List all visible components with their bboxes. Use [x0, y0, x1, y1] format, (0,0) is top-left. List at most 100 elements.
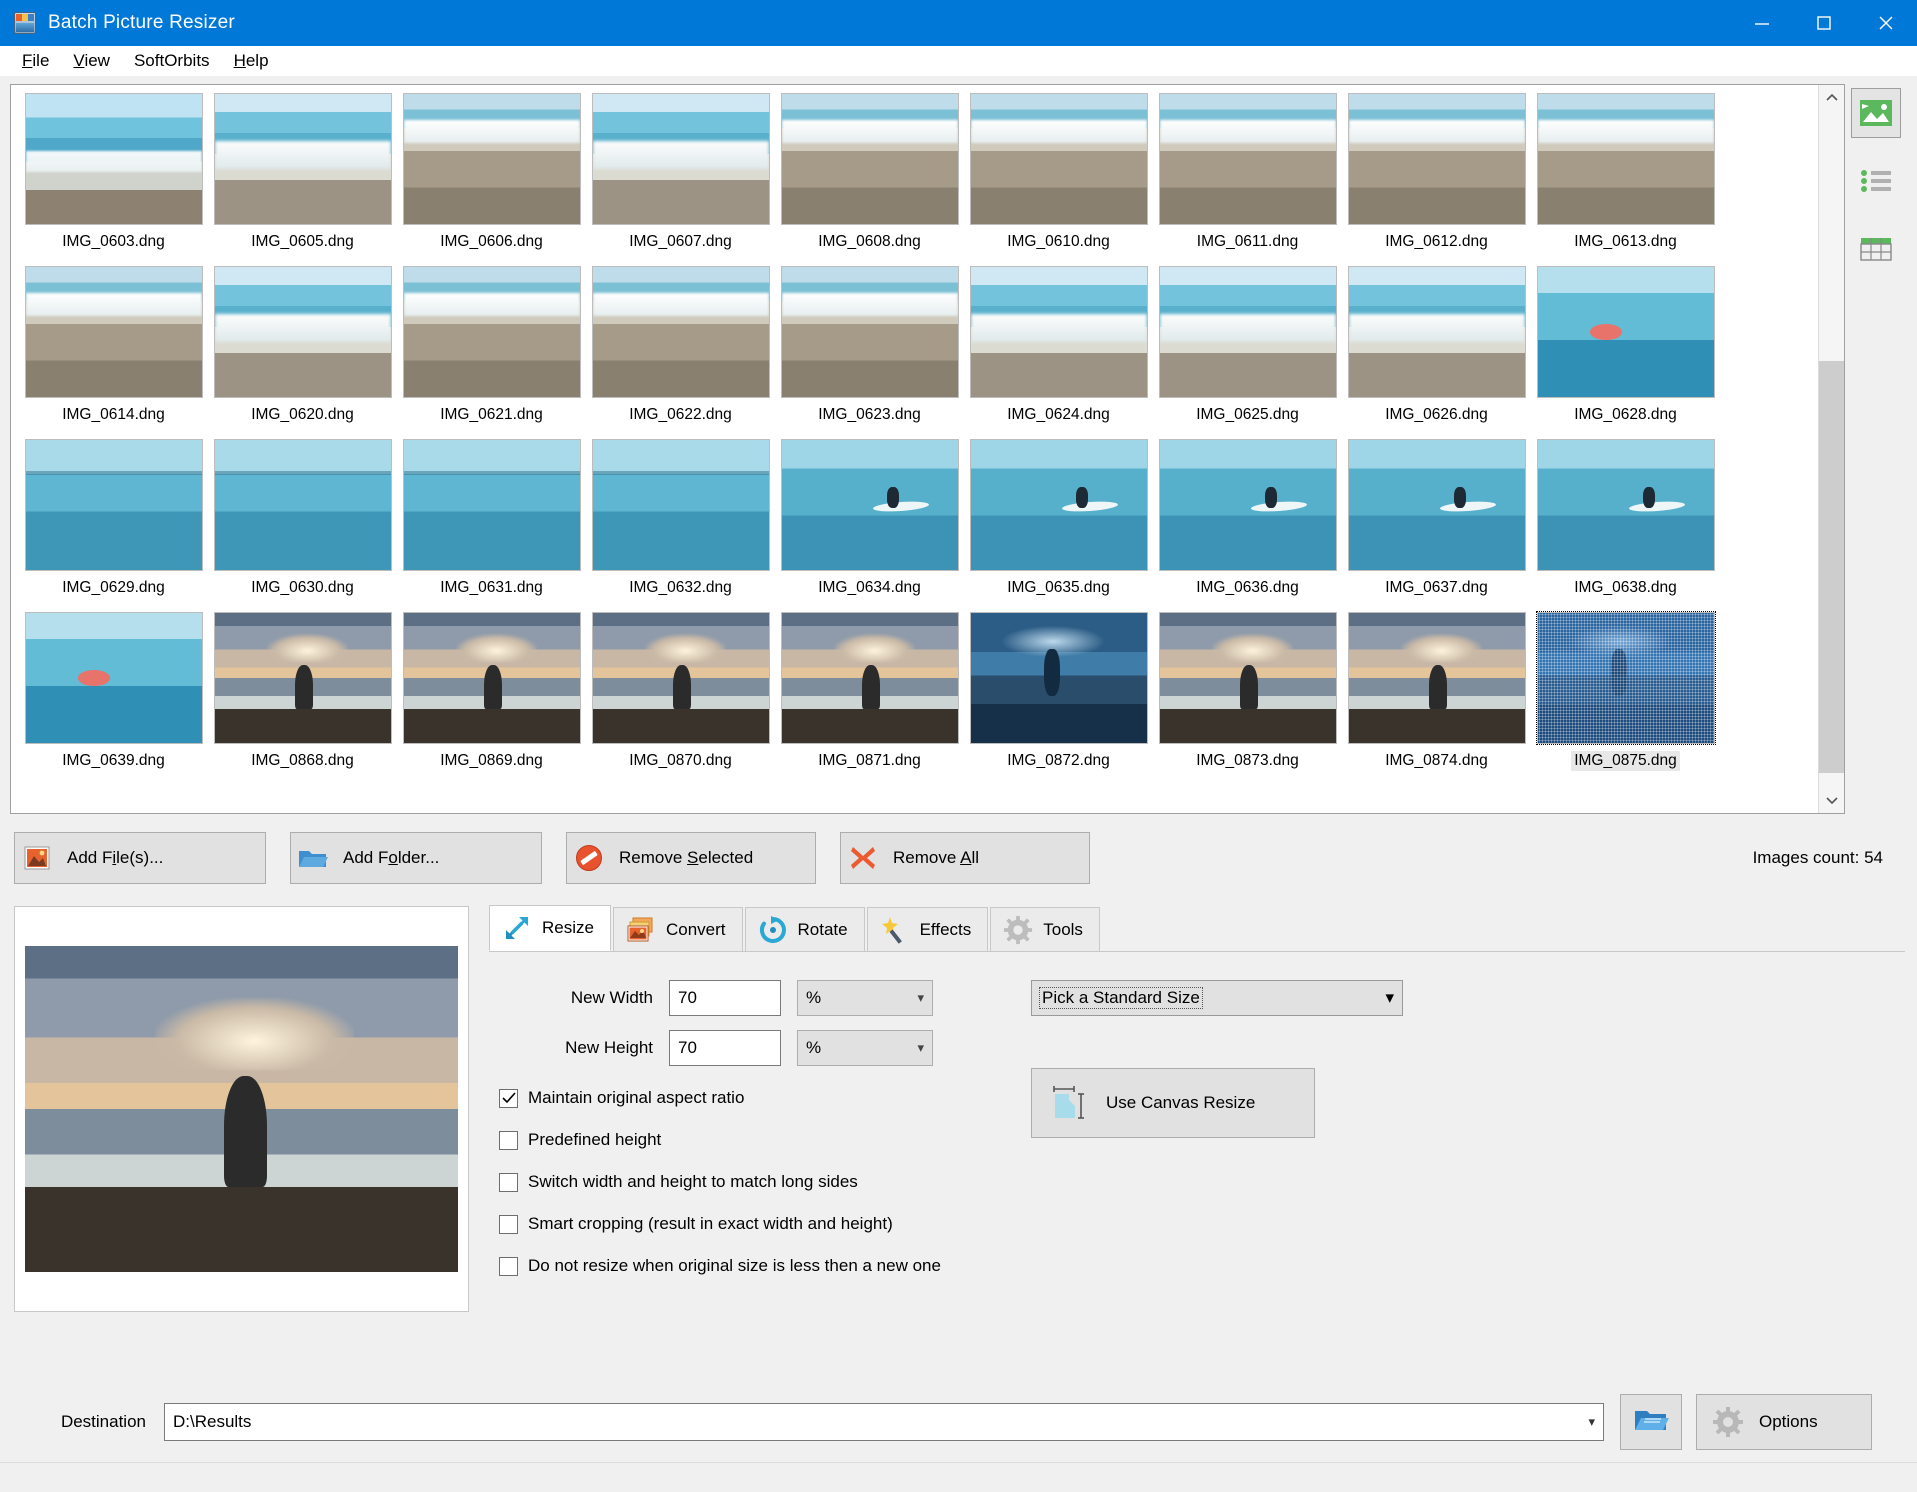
- resize-option-checkbox[interactable]: [499, 1257, 518, 1276]
- scroll-up-icon[interactable]: [1819, 85, 1844, 111]
- thumbnail-scrollbar[interactable]: [1818, 85, 1844, 813]
- thumbnail-item[interactable]: IMG_0632.dng: [586, 439, 775, 612]
- new-width-unit-select[interactable]: % ▾: [797, 980, 933, 1016]
- thumbnail-image[interactable]: [214, 93, 392, 225]
- thumbnail-item[interactable]: IMG_0872.dng: [964, 612, 1153, 785]
- standard-size-select[interactable]: Pick a Standard Size ▾: [1031, 980, 1403, 1016]
- thumbnail-item[interactable]: IMG_0620.dng: [208, 266, 397, 439]
- thumbnail-item[interactable]: IMG_0634.dng: [775, 439, 964, 612]
- menu-view[interactable]: View: [61, 49, 122, 73]
- menu-softorbits[interactable]: SoftOrbits: [122, 49, 222, 73]
- options-button[interactable]: Options: [1696, 1394, 1872, 1450]
- thumbnail-item[interactable]: IMG_0610.dng: [964, 93, 1153, 266]
- thumbnail-item[interactable]: IMG_0611.dng: [1153, 93, 1342, 266]
- thumbnail-item[interactable]: IMG_0874.dng: [1342, 612, 1531, 785]
- thumbnail-item[interactable]: IMG_0870.dng: [586, 612, 775, 785]
- menu-file[interactable]: File: [10, 49, 61, 73]
- thumbnail-item[interactable]: IMG_0631.dng: [397, 439, 586, 612]
- thumbnail-image[interactable]: [214, 266, 392, 398]
- thumbnail-item[interactable]: IMG_0638.dng: [1531, 439, 1720, 612]
- thumbnail-image[interactable]: [1537, 439, 1715, 571]
- new-width-input[interactable]: 70: [669, 980, 781, 1016]
- thumbnail-item[interactable]: IMG_0624.dng: [964, 266, 1153, 439]
- thumbnail-image[interactable]: [25, 93, 203, 225]
- thumbnail-item[interactable]: IMG_0635.dng: [964, 439, 1153, 612]
- thumbnail-item[interactable]: IMG_0630.dng: [208, 439, 397, 612]
- resize-option-checkbox[interactable]: [499, 1173, 518, 1192]
- thumbnail-image[interactable]: [1159, 266, 1337, 398]
- thumbnail-image[interactable]: [1348, 439, 1526, 571]
- thumbnail-image[interactable]: [1537, 612, 1715, 744]
- scroll-down-icon[interactable]: [1819, 787, 1844, 813]
- thumbnail-item[interactable]: IMG_0626.dng: [1342, 266, 1531, 439]
- thumbnail-image[interactable]: [1159, 93, 1337, 225]
- use-canvas-resize-button[interactable]: Use Canvas Resize: [1031, 1068, 1315, 1138]
- tab-tools[interactable]: Tools: [990, 907, 1100, 951]
- resize-option-checkbox[interactable]: [499, 1215, 518, 1234]
- thumbnail-image[interactable]: [592, 439, 770, 571]
- resize-option-row[interactable]: Smart cropping (result in exact width an…: [499, 1214, 959, 1234]
- thumbnail-item[interactable]: IMG_0623.dng: [775, 266, 964, 439]
- browse-folder-button[interactable]: [1620, 1394, 1682, 1450]
- thumbnail-item[interactable]: IMG_0621.dng: [397, 266, 586, 439]
- remove-all-button[interactable]: Remove All: [840, 832, 1090, 884]
- new-height-unit-select[interactable]: % ▾: [797, 1030, 933, 1066]
- scrollbar-track[interactable]: [1819, 111, 1844, 787]
- thumbnail-image[interactable]: [592, 93, 770, 225]
- resize-option-row[interactable]: Predefined height: [499, 1130, 959, 1150]
- thumbnail-image[interactable]: [25, 612, 203, 744]
- tab-resize[interactable]: Resize: [489, 905, 611, 951]
- add-files-button[interactable]: Add File(s)...: [14, 832, 266, 884]
- thumbnail-item[interactable]: IMG_0625.dng: [1153, 266, 1342, 439]
- thumbnail-item[interactable]: IMG_0871.dng: [775, 612, 964, 785]
- thumbnail-item[interactable]: IMG_0629.dng: [19, 439, 208, 612]
- remove-selected-button[interactable]: Remove Selected: [566, 832, 816, 884]
- destination-input[interactable]: D:\Results ▾: [164, 1403, 1604, 1441]
- thumbnail-image[interactable]: [1159, 439, 1337, 571]
- resize-option-checkbox[interactable]: [499, 1131, 518, 1150]
- thumbnail-item[interactable]: IMG_0873.dng: [1153, 612, 1342, 785]
- maximize-icon[interactable]: [1793, 0, 1855, 46]
- thumbnail-image[interactable]: [403, 93, 581, 225]
- close-icon[interactable]: [1855, 0, 1917, 46]
- thumbnail-item[interactable]: IMG_0606.dng: [397, 93, 586, 266]
- thumbnail-item[interactable]: IMG_0614.dng: [19, 266, 208, 439]
- resize-option-row[interactable]: Do not resize when original size is less…: [499, 1256, 959, 1276]
- thumbnail-image[interactable]: [1348, 93, 1526, 225]
- thumbnail-image[interactable]: [25, 439, 203, 571]
- thumbnail-item[interactable]: IMG_0639.dng: [19, 612, 208, 785]
- thumbnail-image[interactable]: [1348, 612, 1526, 744]
- thumbnail-item[interactable]: IMG_0622.dng: [586, 266, 775, 439]
- thumbnail-image[interactable]: [781, 93, 959, 225]
- thumbnail-item[interactable]: IMG_0612.dng: [1342, 93, 1531, 266]
- resize-option-row[interactable]: Switch width and height to match long si…: [499, 1172, 959, 1192]
- tab-convert[interactable]: Convert: [613, 907, 743, 951]
- thumbnail-image[interactable]: [592, 612, 770, 744]
- thumbnail-image[interactable]: [1537, 266, 1715, 398]
- thumbnail-image[interactable]: [592, 266, 770, 398]
- details-view-icon[interactable]: [1851, 224, 1901, 274]
- thumbnail-item[interactable]: IMG_0869.dng: [397, 612, 586, 785]
- thumbnail-image[interactable]: [970, 266, 1148, 398]
- thumbnail-list-panel[interactable]: IMG_0603.dngIMG_0605.dngIMG_0606.dngIMG_…: [10, 84, 1845, 814]
- minimize-icon[interactable]: [1731, 0, 1793, 46]
- thumbnail-item[interactable]: IMG_0605.dng: [208, 93, 397, 266]
- thumbnail-image[interactable]: [403, 439, 581, 571]
- thumbnail-view-icon[interactable]: [1851, 88, 1901, 138]
- thumbnail-image[interactable]: [403, 266, 581, 398]
- thumbnail-image[interactable]: [214, 439, 392, 571]
- thumbnail-item[interactable]: IMG_0628.dng: [1531, 266, 1720, 439]
- thumbnail-image[interactable]: [1348, 266, 1526, 398]
- scrollbar-thumb[interactable]: [1819, 361, 1844, 773]
- thumbnail-image[interactable]: [970, 612, 1148, 744]
- thumbnail-image[interactable]: [781, 266, 959, 398]
- thumbnail-image[interactable]: [1537, 93, 1715, 225]
- thumbnail-item[interactable]: IMG_0875.dng: [1531, 612, 1720, 785]
- thumbnail-image[interactable]: [403, 612, 581, 744]
- thumbnail-image[interactable]: [970, 439, 1148, 571]
- thumbnail-item[interactable]: IMG_0613.dng: [1531, 93, 1720, 266]
- resize-option-checkbox[interactable]: [499, 1089, 518, 1108]
- thumbnail-image[interactable]: [970, 93, 1148, 225]
- new-height-input[interactable]: 70: [669, 1030, 781, 1066]
- thumbnail-item[interactable]: IMG_0608.dng: [775, 93, 964, 266]
